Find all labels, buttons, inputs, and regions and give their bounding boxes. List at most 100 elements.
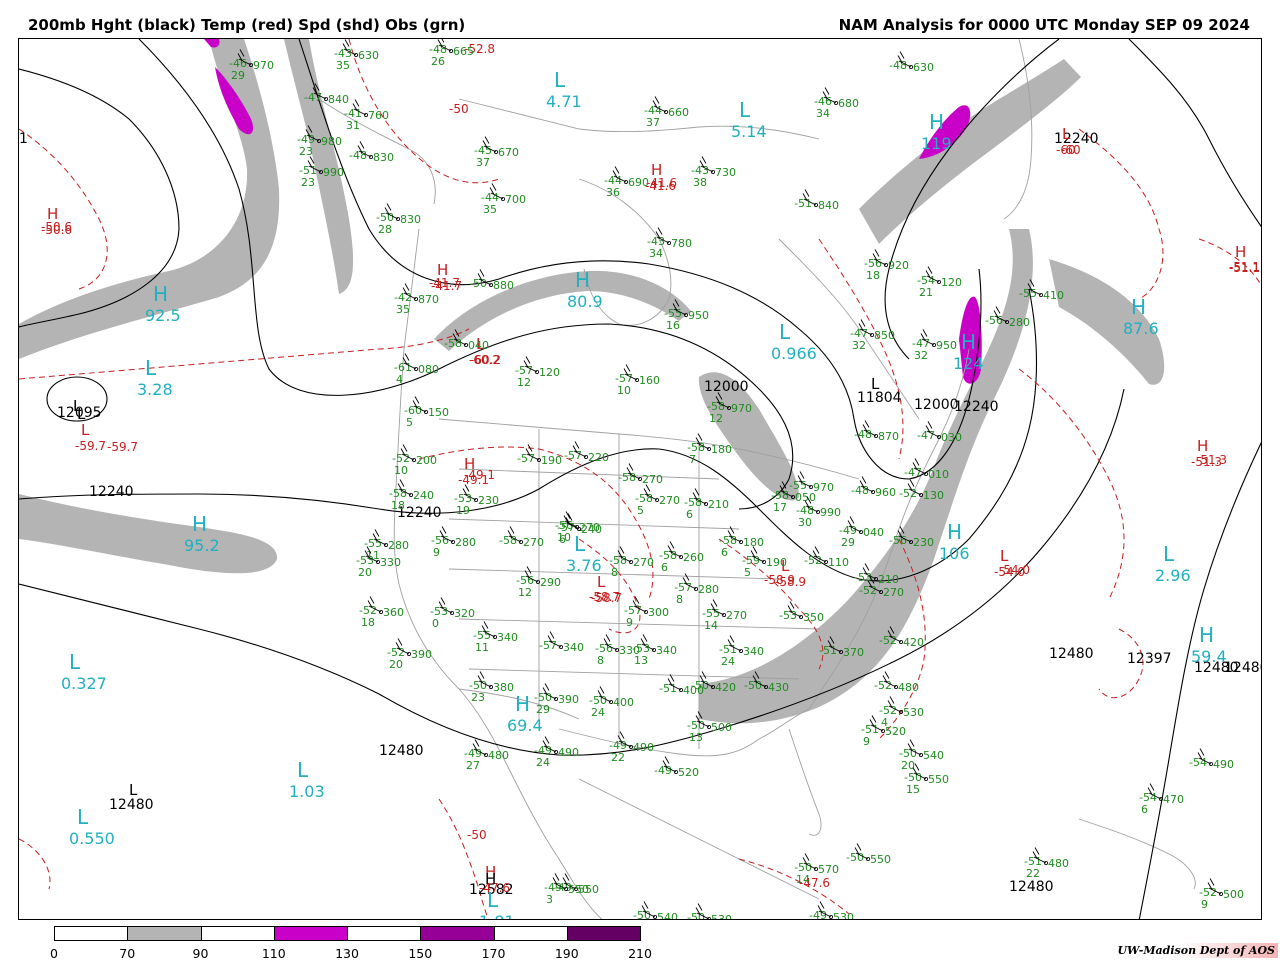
center-value: 124: [953, 354, 984, 373]
obs-height: 760: [368, 109, 389, 122]
center-value: 2.96: [1155, 566, 1191, 585]
height-label: 12480: [1224, 660, 1262, 676]
colorbar-tick: 190: [554, 946, 579, 961]
obs-temp: -48: [349, 149, 367, 162]
center-value: 95.2: [184, 536, 220, 555]
obs-height: 970: [731, 402, 752, 415]
obs-dewpoint: 16: [666, 319, 680, 332]
colorbar-tick: 150: [408, 946, 433, 961]
obs-height: 500: [711, 721, 732, 734]
center-value: -41.7: [431, 279, 462, 293]
obs-dewpoint: 6: [721, 546, 728, 559]
obs-dewpoint: 8: [676, 593, 683, 606]
obs-height: 200: [416, 454, 437, 467]
center-letter: H: [651, 161, 662, 179]
obs-height: 240: [413, 489, 434, 502]
height-label: 12480: [109, 797, 154, 813]
obs-dewpoint: 9: [626, 616, 633, 629]
obs-temp: -51: [819, 644, 837, 657]
center-value: 0.966: [771, 344, 817, 363]
obs-temp: -52: [899, 487, 917, 500]
obs-dewpoint: 12: [517, 376, 531, 389]
center-value: -50.6: [41, 223, 72, 237]
temp-contour-k: [438, 798, 489, 919]
obs-dewpoint: 12: [518, 586, 532, 599]
obs-dewpoint: 10: [617, 384, 631, 397]
obs-dewpoint: 34: [649, 247, 663, 260]
geography-outlines: [318, 39, 1196, 919]
obs-height: 550: [568, 883, 589, 896]
height-label: 12397: [1127, 651, 1172, 667]
obs-dewpoint: 0: [432, 617, 439, 630]
center-letter: H: [1199, 623, 1214, 647]
obs-dewpoint: 13: [634, 654, 648, 667]
obs-dewpoint: 23: [299, 145, 313, 158]
obs-temp: -52: [874, 679, 892, 692]
coastline-caribbean: [1078, 818, 1196, 890]
obs-height: 830: [400, 213, 421, 226]
obs-height: 680: [838, 97, 859, 110]
obs-height: 270: [642, 473, 663, 486]
colorbar-segment: [200, 926, 275, 941]
obs-height: 850: [874, 329, 895, 342]
map-canvas: 1224012240122401224012000124801248012480…: [19, 39, 1262, 920]
obs-height: 340: [743, 645, 764, 658]
colorbar-segment: [273, 926, 348, 941]
center-value: 0.327: [61, 674, 107, 693]
obs-dewpoint: 14: [704, 619, 718, 632]
obs-height: 490: [1213, 758, 1234, 771]
obs-dewpoint: 5: [406, 416, 413, 429]
colorbar-tick: 0: [50, 946, 58, 961]
obs-dewpoint: 32: [914, 349, 928, 362]
obs-dewpoint: 35: [336, 59, 350, 72]
temperature-label: -50: [467, 828, 487, 842]
center-letter: L: [145, 356, 157, 380]
obs-height: 880: [493, 279, 514, 292]
obs-height: 920: [888, 259, 909, 272]
obs-temp: -54: [1189, 756, 1207, 769]
center-value: 92.5: [145, 306, 181, 325]
height-label: 12480: [1049, 646, 1094, 662]
obs-height: 340: [497, 631, 518, 644]
coastline-florida: [788, 728, 822, 836]
obs-height: 340: [656, 644, 677, 657]
obs-height: 380: [493, 681, 514, 694]
center-letter: H: [437, 261, 448, 279]
obs-dewpoint: 31: [346, 119, 360, 132]
obs-height: 120: [539, 366, 560, 379]
obs-dewpoint: 38: [693, 176, 707, 189]
center-letter: L: [81, 421, 90, 439]
center-value: -59.7: [75, 439, 106, 453]
obs-height: 970: [813, 481, 834, 494]
colorbar-segment: [566, 926, 641, 941]
height-label: 12480: [1009, 879, 1054, 895]
obs-height: 400: [613, 696, 634, 709]
colorbar-tick: 210: [628, 946, 652, 961]
obs-temp: -52: [879, 634, 897, 647]
obs-height: 700: [505, 193, 526, 206]
obs-dewpoint: 29: [536, 703, 550, 716]
obs-height: 340: [563, 641, 584, 654]
colorbar-tick: 70: [119, 946, 136, 961]
center-value: -51.1: [1229, 261, 1260, 275]
obs-height: 870: [418, 293, 439, 306]
obs-dewpoint: 3: [546, 893, 553, 906]
center-value: -58.9: [775, 575, 806, 589]
obs-height: 870: [878, 430, 899, 443]
obs-height: 270: [883, 586, 904, 599]
obs-height: 530: [833, 911, 854, 920]
height-label: 12240: [89, 484, 134, 500]
obs-height: 240: [581, 523, 602, 536]
obs-height: 530: [711, 913, 732, 920]
obs-dewpoint: 13: [689, 731, 703, 744]
obs-dewpoint: 20: [358, 566, 372, 579]
obs-height: 480: [898, 681, 919, 694]
center-letter: H: [575, 268, 590, 292]
obs-dewpoint: 24: [536, 756, 550, 769]
obs-temp: -50: [691, 679, 709, 692]
obs-dewpoint: 14: [796, 873, 810, 886]
center-letter: L: [1062, 125, 1071, 143]
temperature-label: -59.7: [107, 440, 138, 454]
obs-height: 970: [253, 59, 274, 72]
obs-dewpoint: 6: [686, 508, 693, 521]
